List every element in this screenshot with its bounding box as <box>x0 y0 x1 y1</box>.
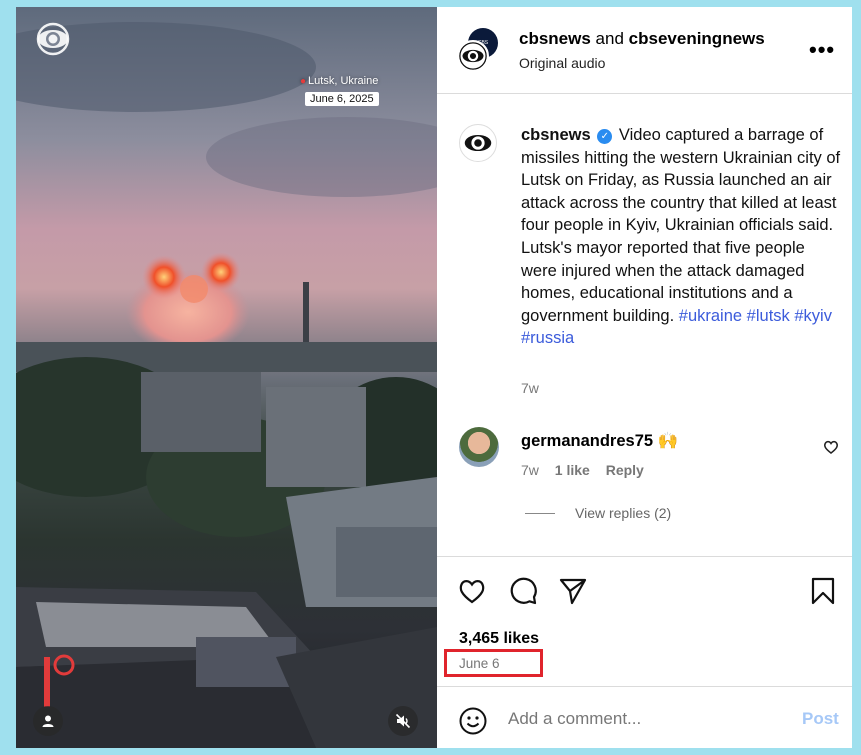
caption-text: cbsnews ✓ Video captured a barrage of mi… <box>521 124 841 350</box>
commenter-username: germanandres75 🙌 <box>521 432 678 451</box>
like-heart-icon[interactable] <box>457 576 487 606</box>
post-comment-button[interactable]: Post <box>802 709 839 729</box>
highlight-annotation-box <box>444 649 543 677</box>
location-pin-icon: ● <box>300 76 307 87</box>
hashtag-russia[interactable]: #russia <box>521 329 574 347</box>
mute-icon <box>395 713 411 729</box>
original-audio-link[interactable]: Original audio <box>519 55 605 71</box>
user-icon <box>42 715 54 727</box>
tagged-users-button[interactable] <box>33 706 63 736</box>
caption-username[interactable]: cbsnews <box>521 126 591 144</box>
hashtag-lutsk[interactable]: #lutsk <box>747 307 790 325</box>
comment-likes[interactable]: 1 like <box>555 462 590 478</box>
location-text: Lutsk, Ukraine <box>308 75 379 87</box>
comment-bubble-icon[interactable] <box>508 576 538 606</box>
view-replies-button[interactable]: View replies (2) <box>525 505 671 521</box>
replies-divider-line <box>525 513 555 514</box>
verified-badge-icon: ✓ <box>597 129 613 144</box>
mute-button[interactable] <box>388 706 418 736</box>
author-link-cbsnews[interactable]: cbsnews <box>519 29 591 48</box>
emoji-smile-icon[interactable] <box>458 706 488 736</box>
cbs-eye-logo <box>36 22 70 56</box>
share-send-icon[interactable] <box>558 576 588 606</box>
collab-avatars[interactable]: CBS <box>457 28 501 72</box>
hashtag-ukraine[interactable]: #ukraine <box>679 307 742 325</box>
caption-avatar[interactable] <box>459 124 497 162</box>
post-authors: cbsnews and cbseveningnews <box>519 29 765 49</box>
view-replies-text: View replies (2) <box>575 505 672 521</box>
comment-age[interactable]: 7w <box>521 462 539 478</box>
comment-text: 🙌 <box>657 432 679 450</box>
video-player[interactable]: ● Lutsk, Ukraine June 6, 2025 <box>16 7 437 748</box>
more-options-icon[interactable]: ••• <box>809 37 835 63</box>
author-joiner: and <box>595 29 624 48</box>
location-overlay: ● Lutsk, Ukraine <box>300 75 378 87</box>
comment-item: germanandres75 🙌 7w 1 like Reply <box>459 427 844 487</box>
add-comment-input[interactable]: Add a comment... <box>508 709 641 729</box>
caption-body: Video captured a barrage of missiles hit… <box>521 126 841 325</box>
likes-count[interactable]: 3,465 likes <box>459 630 539 648</box>
post-details-panel: CBS cbsnews and cbseveningnews Original … <box>437 7 852 748</box>
commenter-username-text[interactable]: germanandres75 <box>521 432 653 450</box>
caption-age[interactable]: 7w <box>521 380 539 396</box>
post-header: CBS cbsnews and cbseveningnews Original … <box>437 7 852 94</box>
add-comment-bar: Add a comment... Post <box>437 686 852 748</box>
reply-button[interactable]: Reply <box>606 462 644 478</box>
comment-meta: 7w 1 like Reply <box>521 462 656 478</box>
video-date-tag: June 6, 2025 <box>305 92 379 106</box>
author-link-cbseveningnews[interactable]: cbseveningnews <box>629 29 765 48</box>
save-bookmark-icon[interactable] <box>808 576 838 606</box>
comment-like-heart-icon[interactable] <box>823 439 839 455</box>
cbsnews-avatar <box>457 40 489 72</box>
commenter-avatar[interactable] <box>459 427 499 467</box>
video-frame-scene <box>16 22 437 748</box>
hashtag-kyiv[interactable]: #kyiv <box>794 307 832 325</box>
instagram-post-modal: ● Lutsk, Ukraine June 6, 2025 CBS cbsnew… <box>16 7 852 748</box>
